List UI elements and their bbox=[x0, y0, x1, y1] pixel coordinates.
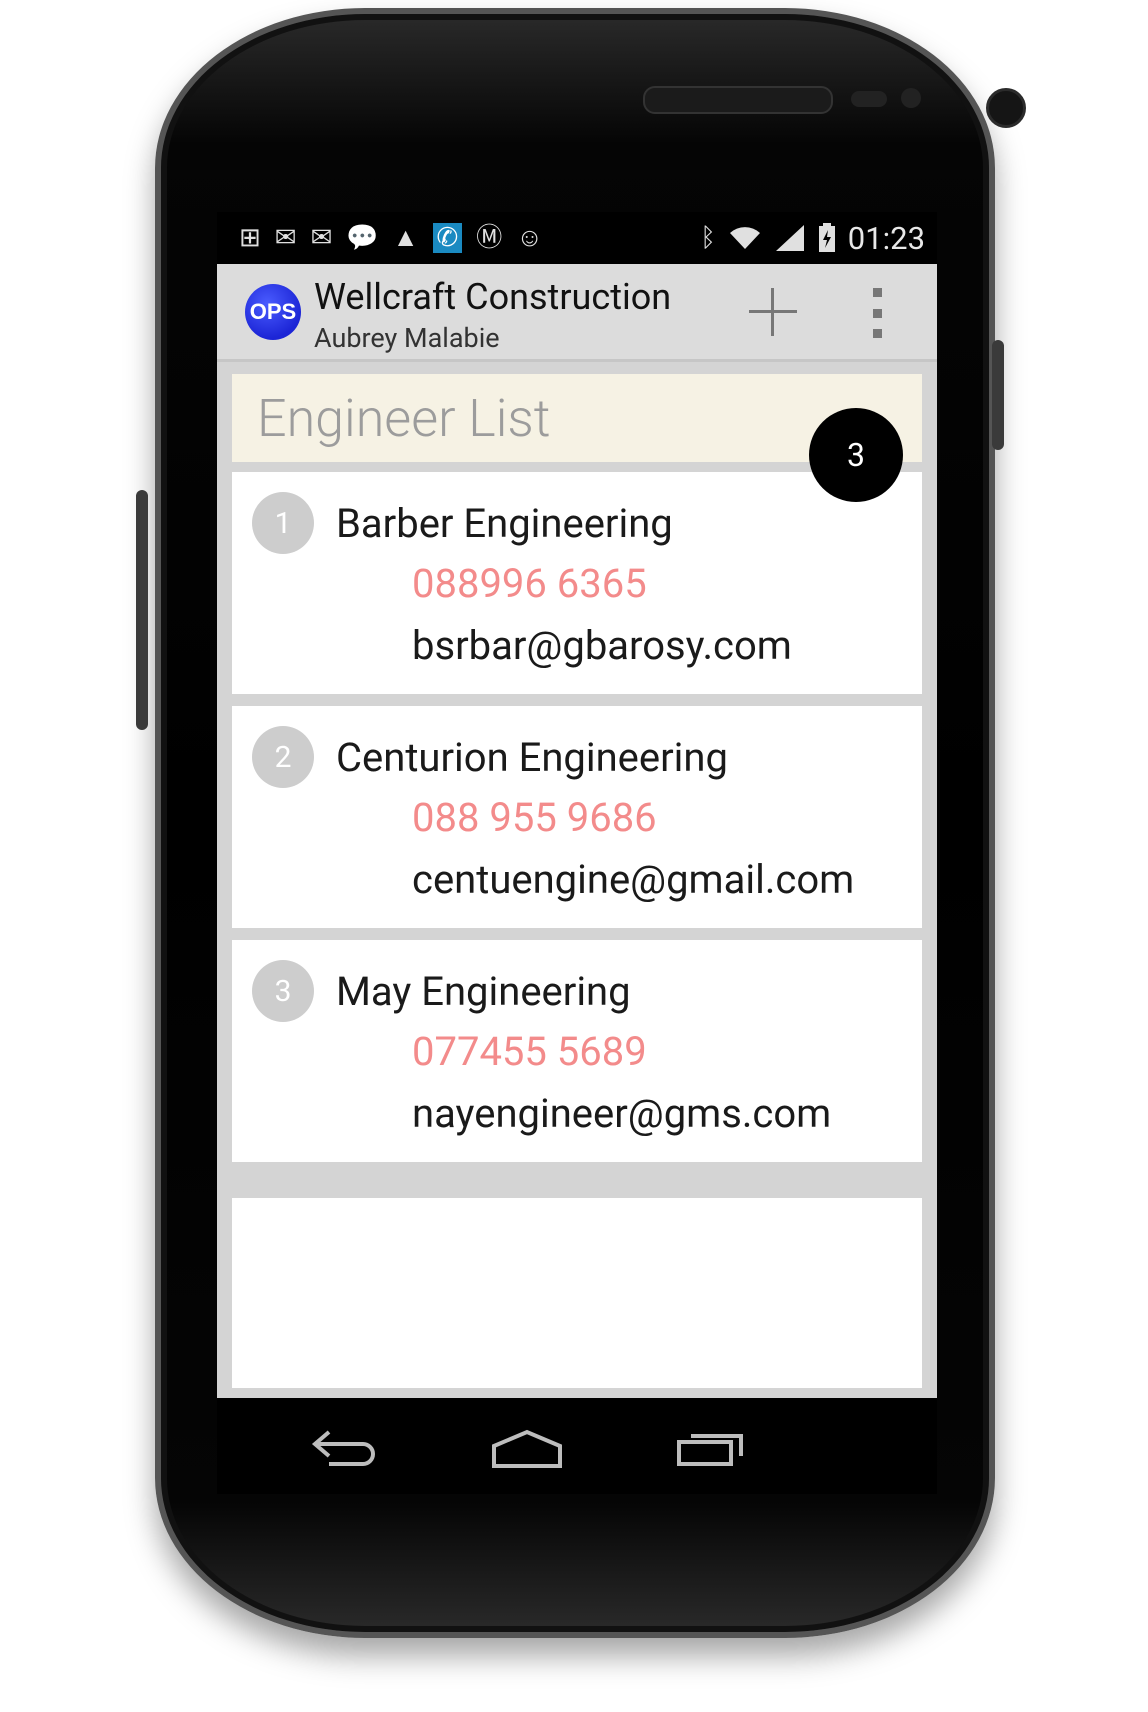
overflow-menu-button[interactable] bbox=[867, 288, 887, 338]
overflow-dot bbox=[872, 288, 882, 297]
app-title: Wellcraft Construction bbox=[314, 276, 672, 318]
list-item[interactable]: 1 Barber Engineering 088996 6365 bsrbar@… bbox=[232, 472, 922, 694]
back-button[interactable] bbox=[299, 1416, 389, 1476]
light-sensor bbox=[901, 88, 921, 108]
battery-charging-icon bbox=[818, 223, 835, 252]
content-area: Engineer List 3 1 Barber Engineering 088… bbox=[217, 362, 937, 1398]
engineer-email[interactable]: nayengineer@gms.com bbox=[412, 1090, 831, 1137]
home-icon bbox=[492, 1429, 562, 1468]
overflow-dot bbox=[872, 308, 882, 318]
item-number: 3 bbox=[252, 960, 314, 1022]
signal-icon bbox=[775, 225, 804, 251]
item-number: 2 bbox=[252, 726, 314, 788]
earpiece-speaker bbox=[643, 86, 833, 114]
engineer-phone[interactable]: 088996 6365 bbox=[412, 560, 647, 607]
volume-button bbox=[136, 490, 148, 730]
engineer-phone[interactable]: 088 955 9686 bbox=[412, 794, 657, 841]
action-bar: OPS Wellcraft Construction Aubrey Malabi… bbox=[217, 264, 937, 362]
list-item[interactable]: 2 Centurion Engineering 088 955 9686 cen… bbox=[232, 706, 922, 928]
status-bar: ⊞ ✉ ✉ 💬 ▲ ✆ Ⓜ ☺ ᛒ 01:23 bbox=[217, 212, 937, 264]
app-logo[interactable]: OPS bbox=[245, 284, 301, 340]
warning-icon: ▲ bbox=[392, 223, 419, 253]
front-camera bbox=[986, 88, 1026, 128]
gmail-icon: ✉ bbox=[310, 223, 333, 253]
item-number: 1 bbox=[252, 492, 314, 554]
engineer-email[interactable]: bsrbar@gbarosy.com bbox=[412, 622, 792, 669]
power-button bbox=[992, 340, 1004, 450]
overflow-dot bbox=[872, 329, 882, 338]
add-button[interactable] bbox=[743, 282, 803, 342]
missed-call-icon: ✆ bbox=[432, 223, 463, 253]
clock: 01:23 bbox=[847, 219, 925, 257]
back-icon bbox=[311, 1430, 375, 1466]
gmail-icon: ✉ bbox=[274, 223, 297, 253]
add-box-icon: ⊞ bbox=[239, 223, 261, 253]
engineer-email[interactable]: centuengine@gmail.com bbox=[412, 856, 854, 903]
engineer-name: May Engineering bbox=[336, 968, 631, 1015]
engineer-phone[interactable]: 077455 5689 bbox=[412, 1028, 647, 1075]
device-screen: ⊞ ✉ ✉ 💬 ▲ ✆ Ⓜ ☺ ᛒ 01:23 OPS Wellcraft Co… bbox=[217, 212, 937, 1494]
engineer-list: 1 Barber Engineering 088996 6365 bsrbar@… bbox=[232, 472, 922, 1174]
bluetooth-icon: ᛒ bbox=[700, 223, 716, 253]
list-item[interactable]: 3 May Engineering 077455 5689 nayenginee… bbox=[232, 940, 922, 1162]
motorola-icon: Ⓜ bbox=[476, 223, 503, 253]
navigation-bar bbox=[217, 1398, 937, 1494]
messaging-icon: ☺ bbox=[516, 223, 543, 253]
recent-apps-button[interactable] bbox=[667, 1416, 757, 1476]
plus-icon bbox=[749, 288, 797, 336]
proximity-sensor bbox=[851, 91, 887, 107]
chat-icon: 💬 bbox=[346, 223, 379, 253]
engineer-name: Centurion Engineering bbox=[336, 734, 728, 781]
recent-apps-icon bbox=[677, 1434, 743, 1466]
home-button[interactable] bbox=[482, 1416, 572, 1476]
app-subtitle: Aubrey Malabie bbox=[314, 322, 500, 354]
list-title: Engineer List bbox=[257, 388, 551, 449]
engineer-name: Barber Engineering bbox=[336, 500, 673, 547]
count-badge: 3 bbox=[809, 408, 903, 502]
wifi-icon bbox=[729, 227, 760, 249]
empty-list-area bbox=[232, 1198, 922, 1388]
